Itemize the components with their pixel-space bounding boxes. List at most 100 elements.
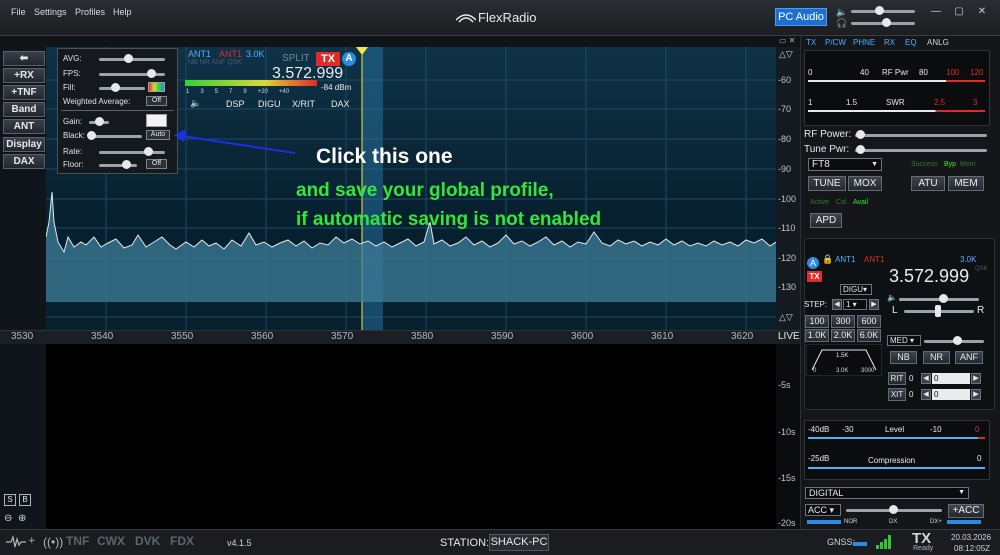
s-button[interactable]: S — [4, 494, 16, 506]
zoom-in-icon[interactable]: ⊕ — [18, 513, 26, 524]
split-label[interactable]: SPLIT — [282, 53, 310, 64]
b-button[interactable]: B — [19, 494, 31, 506]
slice-volume-knob[interactable] — [939, 294, 948, 303]
slice-rx-antenna[interactable]: ANT1 — [188, 49, 211, 59]
floor-slider[interactable] — [99, 164, 137, 167]
black-auto-toggle[interactable]: Auto — [146, 130, 170, 140]
slice-tx-antenna[interactable]: ANT1 — [219, 49, 242, 59]
processor-nor[interactable]: NOR — [844, 519, 857, 525]
back-arrow-button[interactable]: ⬅ — [3, 51, 45, 66]
tune-power-slider[interactable] — [855, 149, 987, 152]
slice-panel-tx-antenna[interactable]: ANT1 — [864, 255, 884, 264]
menu-file[interactable]: File — [11, 7, 26, 17]
mox-button[interactable]: MOX — [848, 176, 882, 191]
atu-button[interactable]: ATU — [911, 176, 945, 191]
rit-zero[interactable]: 0 — [909, 374, 913, 383]
floor-toggle[interactable]: Off — [146, 159, 167, 169]
rate-slider[interactable] — [99, 151, 165, 154]
display-button[interactable]: Display — [3, 137, 45, 152]
tab-anlg[interactable]: ANLG — [927, 38, 949, 48]
slice-audio-icon[interactable]: 🔈 — [190, 98, 201, 109]
pc-audio-button[interactable]: PC Audio — [775, 8, 827, 26]
xit-up-button[interactable]: ▶ — [971, 389, 981, 400]
add-rx-button[interactable]: +RX — [3, 68, 45, 83]
slice-panel-frequency[interactable]: 3.572.999 — [889, 266, 969, 287]
nb-button[interactable]: NB — [890, 351, 917, 364]
avg-slider-knob[interactable] — [124, 54, 133, 63]
slice-audio-icon[interactable]: 🔈 — [887, 293, 897, 302]
tab-tx[interactable]: TX — [806, 38, 816, 48]
step-down-button[interactable]: ◀ — [832, 299, 842, 310]
filter-6k-button[interactable]: 6.0K — [857, 329, 881, 342]
slice-letter-badge[interactable]: A — [342, 52, 356, 66]
pan-tools-icon[interactable]: ▭ ✕ — [779, 36, 795, 45]
slice-tab-dsp[interactable]: DSP — [226, 99, 245, 109]
xit-down-button[interactable]: ◀ — [921, 389, 931, 400]
fill-color-swatch[interactable] — [148, 82, 165, 92]
menu-help[interactable]: Help — [113, 7, 132, 17]
slice-tab-xrit[interactable]: X/RIT — [292, 99, 315, 109]
plus-acc-button[interactable]: +ACC — [948, 504, 984, 518]
minimize-icon[interactable]: — — [928, 6, 944, 18]
rate-slider-knob[interactable] — [144, 147, 153, 156]
rit-down-button[interactable]: ◀ — [921, 373, 931, 384]
fill-slider[interactable] — [99, 87, 145, 90]
slice-panel-rx-antenna[interactable]: ANT1 — [835, 255, 855, 264]
dvk-status[interactable]: DVK — [135, 534, 160, 548]
tune-power-knob[interactable] — [856, 145, 865, 154]
menu-settings[interactable]: Settings — [34, 7, 67, 17]
xit-zero[interactable]: 0 — [909, 390, 913, 399]
dax-button[interactable]: DAX — [3, 154, 45, 169]
apd-button[interactable]: APD — [810, 213, 842, 228]
band-button[interactable]: Band — [3, 102, 45, 117]
slice-tx-button[interactable]: TX — [316, 52, 340, 66]
rf-power-knob[interactable] — [856, 130, 865, 139]
processor-dxplus[interactable]: DX+ — [930, 519, 942, 525]
menu-profiles[interactable]: Profiles — [75, 7, 105, 17]
fdx-status[interactable]: FDX — [170, 534, 194, 548]
live-label[interactable]: LIVE — [778, 331, 800, 342]
black-level-knob[interactable] — [87, 131, 96, 140]
station-name[interactable]: SHACK-PC — [489, 534, 549, 551]
tx-audio-profile-select[interactable]: DIGITAL ▼ — [805, 487, 969, 499]
rit-up-button[interactable]: ▶ — [971, 373, 981, 384]
tab-rx[interactable]: RX — [884, 38, 895, 48]
tune-button[interactable]: TUNE — [808, 176, 846, 191]
tnf-status[interactable]: TNF — [66, 534, 89, 548]
rf-power-slider[interactable] — [855, 134, 987, 137]
rit-value-input[interactable]: 0 — [932, 373, 970, 384]
slice-tab-dax[interactable]: DAX — [331, 99, 350, 109]
zoom-out-icon[interactable]: ⊖ — [4, 513, 12, 524]
waterfall-color-swatch[interactable] — [146, 114, 167, 127]
filter-300-button[interactable]: 300 — [831, 315, 855, 328]
filter-600-button[interactable]: 600 — [857, 315, 881, 328]
gain-slider-knob[interactable] — [95, 117, 104, 126]
ant-button[interactable]: ANT — [3, 119, 45, 134]
tx-profile-select[interactable]: FT8 ▼ — [808, 158, 882, 171]
db-scale-arrows-bottom-icon[interactable]: △▽ — [779, 312, 793, 323]
add-tnf-button[interactable]: +TNF — [3, 85, 45, 100]
slice-tab-mode[interactable]: DIGU — [258, 99, 281, 109]
tab-eq[interactable]: EQ — [905, 38, 917, 48]
mem-button[interactable]: MEM — [948, 176, 984, 191]
weighted-average-toggle[interactable]: Off — [146, 96, 167, 106]
pc-audio-volume-knob[interactable] — [875, 6, 884, 15]
rit-button[interactable]: RIT — [888, 372, 906, 385]
filter-2k-button[interactable]: 2.0K — [831, 329, 855, 342]
step-up-button[interactable]: ▶ — [869, 299, 879, 310]
mic-input-select[interactable]: ACC ▾ — [805, 504, 841, 516]
processor-dx[interactable]: DX — [889, 519, 897, 525]
filter-100-button[interactable]: 100 — [805, 315, 829, 328]
pan-slider-knob[interactable] — [935, 305, 941, 317]
tab-phne[interactable]: PHNE — [853, 38, 875, 48]
anf-button[interactable]: ANF — [955, 351, 983, 364]
fill-slider-knob[interactable] — [111, 83, 120, 92]
slice-lock-icon[interactable]: 🔒 — [822, 254, 833, 265]
fps-slider-knob[interactable] — [147, 69, 156, 78]
mic-gain-knob[interactable] — [889, 505, 898, 514]
maximize-icon[interactable]: ▢ — [951, 6, 967, 18]
slice-panel-tx-button[interactable]: TX — [807, 271, 822, 282]
close-icon[interactable]: ✕ — [974, 6, 990, 18]
step-select[interactable]: 1 ▾ — [843, 299, 867, 310]
black-level-slider[interactable] — [88, 135, 142, 138]
